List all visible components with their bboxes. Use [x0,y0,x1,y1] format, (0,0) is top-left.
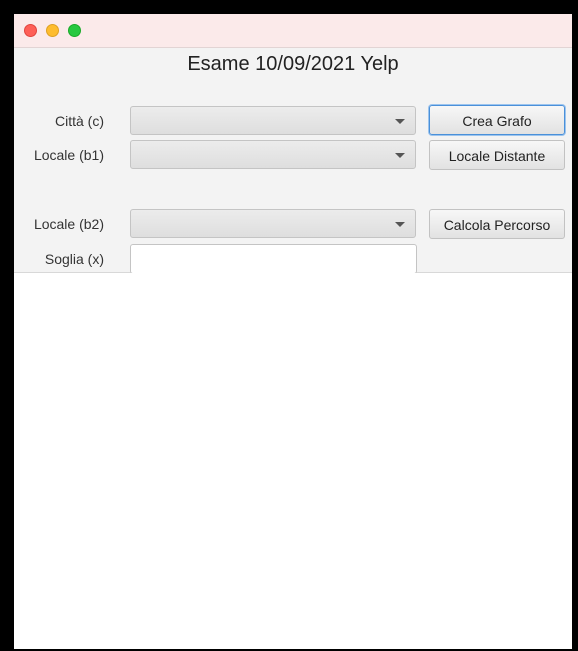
maximize-window-button[interactable] [68,24,81,37]
locale-b2-combobox[interactable] [130,209,416,238]
locale-distante-button[interactable]: Locale Distante [429,140,565,170]
window-titlebar [14,14,572,48]
locale-b1-combobox[interactable] [130,140,416,169]
locale-b1-label: Locale (b1) [33,147,104,163]
dropdown-arrow-icon [395,153,405,158]
output-text-area[interactable] [14,273,572,649]
page-title: Esame 10/09/2021 Yelp [187,53,399,75]
controls-panel: Esame 10/09/2021 Yelp Città (c) Crea Gra… [14,48,572,274]
soglia-label: Soglia (x) [44,251,104,267]
close-window-button[interactable] [24,24,37,37]
citta-combobox[interactable] [130,106,416,135]
crea-grafo-button[interactable]: Crea Grafo [429,105,565,135]
dropdown-arrow-icon [395,119,405,124]
soglia-input[interactable] [130,244,417,274]
citta-label: Città (c) [55,113,104,129]
calcola-percorso-button[interactable]: Calcola Percorso [429,209,565,239]
dropdown-arrow-icon [395,222,405,227]
locale-b2-label: Locale (b2) [33,216,104,232]
minimize-window-button[interactable] [46,24,59,37]
app-window: Esame 10/09/2021 Yelp Città (c) Crea Gra… [14,14,572,649]
